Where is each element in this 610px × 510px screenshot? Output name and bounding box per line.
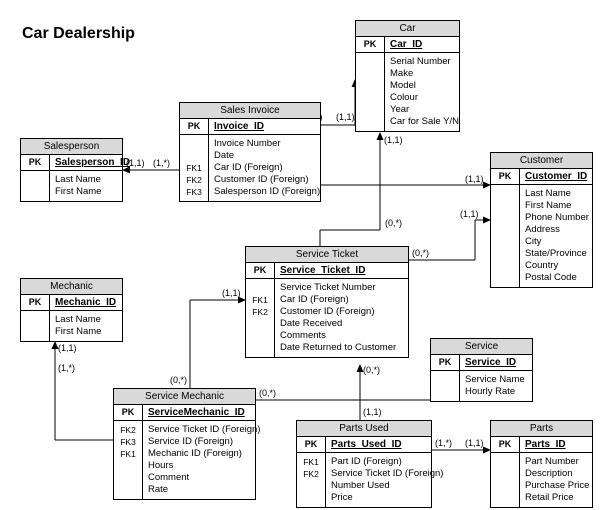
- entity-header: Customer: [491, 153, 592, 169]
- card-label: (0,*): [170, 375, 187, 385]
- entity-header: Sales Invoice: [180, 103, 320, 119]
- pk-label: PK: [114, 405, 143, 420]
- card-label: (1,1): [465, 174, 484, 184]
- entity-header: Service Ticket: [246, 247, 408, 263]
- pk-value: Salesperson_ID: [50, 155, 135, 170]
- pk-value: Service_ID: [460, 355, 532, 370]
- entity-attrs: Part ID (Foreign)Service Ticket ID (Fore…: [326, 453, 448, 507]
- pk-value: Car_ID: [385, 37, 459, 52]
- entity-attrs: Service Ticket ID (Foreign)Service ID (F…: [143, 421, 265, 499]
- entity-customer: Customer PK Customer_ID Last NameFirst N…: [490, 152, 593, 288]
- pk-label: PK: [356, 37, 385, 52]
- pk-label: PK: [21, 295, 50, 310]
- entity-car: Car PK Car_ID Serial NumberMakeModelColo…: [355, 20, 460, 132]
- diagram-canvas: Car Dealership: [0, 0, 610, 510]
- fk-labels: FK2FK3FK1: [114, 421, 143, 499]
- card-label: (0,*): [412, 248, 429, 258]
- fk-labels: FK1FK2: [297, 453, 326, 507]
- card-label: (1,1): [58, 343, 77, 353]
- entity-attrs: Last NameFirst NamePhone NumberAddressCi…: [520, 185, 594, 287]
- pk-label: PK: [21, 155, 50, 170]
- card-label: (0,*): [363, 365, 380, 375]
- pk-value: Customer_ID: [520, 169, 592, 184]
- pk-label: PK: [297, 437, 326, 452]
- card-label: (0,*): [259, 388, 276, 398]
- pk-value: ServiceMechanic_ID: [143, 405, 255, 420]
- entity-parts-used: Parts Used PK Parts_Used_ID FK1FK2 Part …: [296, 420, 432, 508]
- pk-label: PK: [491, 437, 520, 452]
- card-label: (1,*): [58, 363, 75, 373]
- entity-attrs: Part NumberDescriptionPurchase PriceReta…: [520, 453, 594, 507]
- entity-header: Service Mechanic: [114, 389, 255, 405]
- entity-mechanic: Mechanic PK Mechanic_ID Last NameFirst N…: [20, 278, 123, 342]
- entity-attrs: Service Ticket NumberCar ID (Foreign)Cus…: [275, 279, 408, 357]
- pk-value: Parts_ID: [520, 437, 592, 452]
- card-label: (1,1): [384, 135, 403, 145]
- pk-label: PK: [431, 355, 460, 370]
- entity-service-mechanic: Service Mechanic PK ServiceMechanic_ID F…: [113, 388, 256, 500]
- card-label: (1,1): [363, 407, 382, 417]
- entity-header: Salesperson: [21, 139, 122, 155]
- entity-header: Service: [431, 339, 532, 355]
- fk-labels: FK1FK2: [246, 279, 275, 357]
- entity-attrs: Service NameHourly Rate: [460, 371, 532, 401]
- card-label: (0,*): [385, 218, 402, 228]
- card-label: (1,1): [336, 112, 355, 122]
- card-label: (1,1): [465, 438, 484, 448]
- entity-sales-invoice: Sales Invoice PK Invoice_ID FK1FK2FK3 In…: [179, 102, 321, 202]
- entity-attrs: Last NameFirst Name: [50, 311, 122, 341]
- pk-value: Service_Ticket_ID: [275, 263, 408, 278]
- entity-attrs: Last NameFirst Name: [50, 171, 122, 201]
- card-label: (1,1): [222, 288, 241, 298]
- entity-service: Service PK Service_ID Service NameHourly…: [430, 338, 533, 402]
- entity-header: Mechanic: [21, 279, 122, 295]
- pk-value: Invoice_ID: [209, 119, 320, 134]
- entity-attrs: Invoice NumberDateCar ID (Foreign)Custom…: [209, 135, 325, 201]
- pk-label: PK: [180, 119, 209, 134]
- card-label: (1,1): [460, 209, 479, 219]
- pk-label: PK: [246, 263, 275, 278]
- entity-attrs: Serial NumberMakeModelColourYearCar for …: [385, 53, 464, 131]
- entity-header: Parts Used: [297, 421, 431, 437]
- fk-labels: FK1FK2FK3: [180, 135, 209, 201]
- pk-label: PK: [491, 169, 520, 184]
- entity-service-ticket: Service Ticket PK Service_Ticket_ID FK1F…: [245, 246, 409, 358]
- card-label: (1,*): [153, 158, 170, 168]
- entity-header: Car: [356, 21, 459, 37]
- card-label: (1,*): [435, 438, 452, 448]
- entity-parts: Parts PK Parts_ID Part NumberDescription…: [490, 420, 593, 508]
- pk-value: Parts_Used_ID: [326, 437, 431, 452]
- entity-header: Parts: [491, 421, 592, 437]
- diagram-title: Car Dealership: [22, 25, 135, 43]
- pk-value: Mechanic_ID: [50, 295, 122, 310]
- entity-salesperson: Salesperson PK Salesperson_ID Last NameF…: [20, 138, 123, 202]
